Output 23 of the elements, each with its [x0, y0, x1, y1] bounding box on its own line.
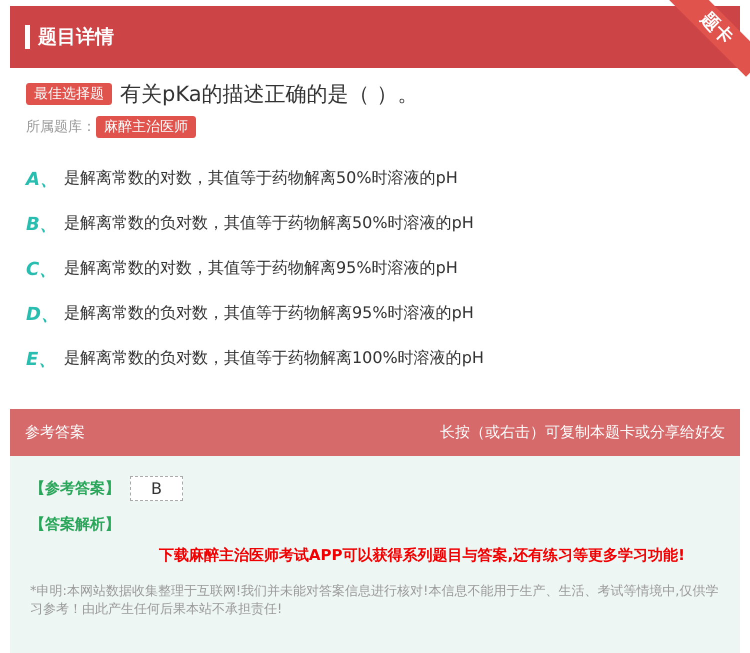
- option-letter: B、: [26, 212, 59, 236]
- question-type-tag: 最佳选择题: [26, 83, 112, 105]
- option-text: 是解离常数的对数，其值等于药物解离95%时溶液的pH: [64, 258, 458, 279]
- answer-value: B: [130, 476, 183, 501]
- option-letter: A、: [26, 168, 59, 190]
- option-text: 是解离常数的负对数，其值等于药物解离100%时溶液的pH: [64, 348, 484, 369]
- title-bar-mark: [25, 25, 30, 49]
- option-letter: D、: [26, 302, 60, 326]
- option-letter: C、: [26, 258, 58, 280]
- disclaimer-text: *申明:本网站数据收集整理于互联网!我们并未能对答案信息进行核对!本信息不能用于生产、生活、考试等情境中,仅供学习参考！由此产生任何后果本站不承担责任!: [30, 583, 720, 620]
- bank-label: 所属题库：: [26, 118, 96, 136]
- promo-text: 下载麻醉主治医师考试APP可以获得系列题目与答案,还有练习等更多学习功能!: [158, 546, 686, 565]
- share-hint: 长按（或右击）可复制本题卡或分享给好友: [440, 423, 725, 442]
- question-text: 有关pKa的描述正确的是（ ）。: [120, 81, 418, 108]
- answer-title: 参考答案: [25, 423, 85, 442]
- option-letter: E、: [26, 348, 58, 370]
- analysis-label: 【答案解析】: [30, 515, 121, 534]
- option-text: 是解离常数的负对数，其值等于药物解离50%时溶液的pH: [64, 213, 474, 234]
- answer-label: 【参考答案】: [30, 479, 120, 498]
- option-text: 是解离常数的负对数，其值等于药物解离95%时溶液的pH: [64, 303, 474, 324]
- header-title: 题目详情: [38, 25, 114, 50]
- bank-tag[interactable]: 麻醉主治医师: [96, 116, 196, 138]
- option-text: 是解离常数的对数，其值等于药物解离50%时溶液的pH: [64, 168, 458, 189]
